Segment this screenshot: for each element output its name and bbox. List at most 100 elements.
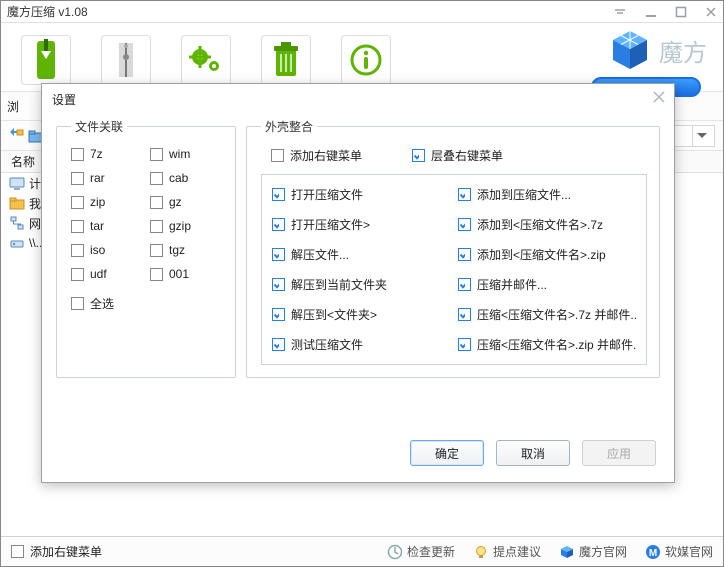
drive-network-icon [9,235,25,251]
svg-text:M: M [649,548,657,559]
main-toolbar: 魔方 [1,23,723,91]
checkbox-assoc-wim[interactable]: wim [150,147,223,161]
nav-up-icon[interactable] [7,127,25,145]
apply-button[interactable]: 应用 [582,440,656,466]
minimize-icon[interactable] [645,6,657,18]
network-icon [9,215,25,231]
checkbox-label: tar [90,219,104,233]
group-legend: 外壳整合 [261,118,317,135]
brand-cube-icon [609,29,651,71]
checkbox-label: 压缩<压缩文件名>.zip 并邮件... [477,336,636,353]
footer-link-label: 魔方官网 [579,543,627,560]
checkbox-label: 打开压缩文件 [291,186,363,203]
cube-icon [559,544,575,560]
status-bar: 添加右键菜单 检查更新 提点建议 魔方官网 M 软媒官网 [1,536,723,566]
dialog-button-row: 确定 取消 应用 [42,422,674,482]
checkbox-shell-item-9[interactable]: 压缩<压缩文件名>.7z 并邮件... [458,304,636,324]
dialog-titlebar: 设置 [42,84,674,114]
checkbox-label: tgz [169,243,185,257]
bulb-icon [473,544,489,560]
checkbox-label: 添加到<压缩文件名>.zip [477,246,606,263]
cancel-button[interactable]: 取消 [496,440,570,466]
checkbox-assoc-001[interactable]: 001 [150,267,223,281]
checkbox-label: 压缩并邮件... [477,276,547,293]
checkbox-shell-item-10[interactable]: 测试压缩文件 [272,334,450,354]
checkbox-label: zip [90,195,105,209]
folder-icon [9,195,25,211]
footer-link-label: 检查更新 [407,543,455,560]
footer-link-feedback[interactable]: 提点建议 [473,543,541,560]
group-shell-integration: 外壳整合 添加右键菜单 层叠右键菜单 打开压缩文件 添加到压缩文件... 打开压缩文件… [246,118,660,378]
checkbox-shell-item-4[interactable]: 解压文件... [272,245,450,265]
checkbox-label: 添加右键菜单 [290,147,362,164]
checkbox-label: rar [90,171,105,185]
checkbox-assoc-zip[interactable]: zip [71,195,144,209]
computer-icon [9,175,25,191]
toolbar-info-button[interactable] [341,35,391,85]
group-file-association: 文件关联 7z wim rar cab zip gz tar gzip iso tgz udf 001… [56,118,236,378]
group-legend: 文件关联 [71,118,127,135]
checkbox-assoc-gz[interactable]: gz [150,195,223,209]
checkbox-label: gzip [169,219,191,233]
refresh-icon [387,544,403,560]
checkbox-label: cab [169,171,188,185]
checkbox-shell-item-0[interactable]: 打开压缩文件 [272,185,450,205]
path-cut-label: 浏 [7,98,19,115]
checkbox-shell-item-5[interactable]: 添加到<压缩文件名>.zip [458,245,636,265]
checkbox-assoc-7z[interactable]: 7z [71,147,144,161]
checkbox-shell-top-1[interactable]: 层叠右键菜单 [412,147,503,164]
checkbox-shell-item-7[interactable]: 压缩并邮件... [458,274,636,294]
checkbox-shell-item-8[interactable]: 解压到<文件夹> [272,304,450,324]
pin-icon[interactable] [613,7,627,17]
checkbox-shell-item-1[interactable]: 添加到压缩文件... [458,185,636,205]
checkbox-label: 添加到<压缩文件名>.7z [477,216,603,233]
footer-link-ruanmei[interactable]: M 软媒官网 [645,543,713,560]
checkbox-assoc-udf[interactable]: udf [71,267,144,281]
checkbox-assoc-iso[interactable]: iso [71,243,144,257]
checkbox-label: udf [90,267,107,281]
checkbox-shell-item-3[interactable]: 添加到<压缩文件名>.7z [458,215,636,235]
chevron-down-icon[interactable] [692,125,710,147]
footer-link-label: 软媒官网 [665,543,713,560]
titlebar: 魔方压缩 v1.08 [1,1,723,23]
checkbox-shell-item-2[interactable]: 打开压缩文件> [272,215,450,235]
footer-link-update[interactable]: 检查更新 [387,543,455,560]
checkbox-label: 解压到当前文件夹 [291,276,387,293]
checkbox-label: gz [169,195,182,209]
checkbox-shell-top-0[interactable]: 添加右键菜单 [271,147,362,164]
ok-button[interactable]: 确定 [410,440,484,466]
checkbox-label: 001 [169,267,189,281]
checkbox-label: 解压到<文件夹> [291,306,377,323]
window-controls [613,6,717,18]
checkbox-assoc-rar[interactable]: rar [71,171,144,185]
maximize-icon[interactable] [675,6,687,18]
footer-link-mofang[interactable]: 魔方官网 [559,543,627,560]
checkbox-label: 添加右键菜单 [30,543,102,560]
checkbox-shell-item-6[interactable]: 解压到当前文件夹 [272,274,450,294]
close-icon[interactable] [652,90,666,104]
toolbar-settings-button[interactable] [181,35,231,85]
checkbox-select-all[interactable]: 全选 [71,295,114,312]
checkbox-assoc-tar[interactable]: tar [71,219,144,233]
toolbar-delete-button[interactable] [261,35,311,85]
checkbox-assoc-tgz[interactable]: tgz [150,243,223,257]
checkbox-assoc-gzip[interactable]: gzip [150,219,223,233]
checkbox-label: 添加到压缩文件... [477,186,571,203]
checkbox-label: wim [169,147,190,161]
checkbox-label: 压缩<压缩文件名>.7z 并邮件... [477,306,636,323]
checkbox-assoc-cab[interactable]: cab [150,171,223,185]
checkbox-label: iso [90,243,105,257]
checkbox-label: 解压文件... [291,246,349,263]
toolbar-compress-button[interactable] [21,35,71,85]
checkbox-shell-item-11[interactable]: 压缩<压缩文件名>.zip 并邮件... [458,334,636,354]
close-icon[interactable] [705,6,717,18]
window-title: 魔方压缩 v1.08 [7,3,613,20]
footer-add-contextmenu-checkbox[interactable]: 添加右键菜单 [11,543,102,560]
brand: 魔方 [609,29,707,71]
checkbox-label: 7z [90,147,103,161]
toolbar-extract-button[interactable] [101,35,151,85]
settings-dialog: 设置 文件关联 7z wim rar cab zip gz tar gzip iso tgz udf… [41,83,675,483]
checkbox-label: 测试压缩文件 [291,336,363,353]
checkbox-label: 层叠右键菜单 [431,147,503,164]
footer-link-label: 提点建议 [493,543,541,560]
